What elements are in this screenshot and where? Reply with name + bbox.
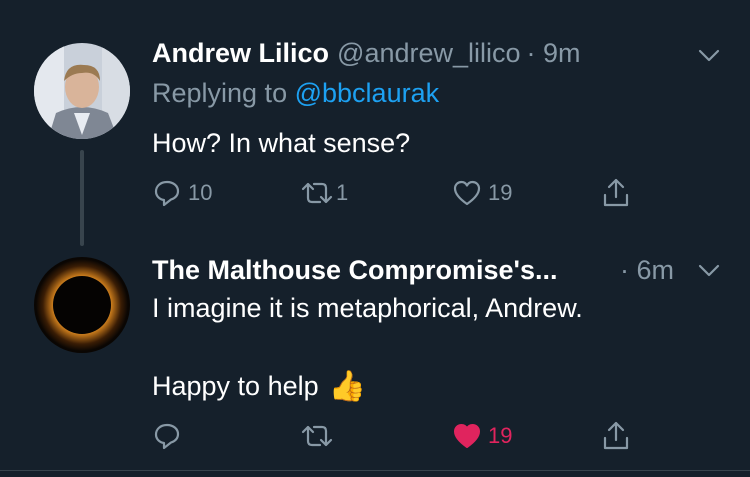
retweet-icon <box>300 421 334 451</box>
reply-button[interactable]: 10 <box>152 175 212 211</box>
tweet-malthouse[interactable]: The Malthouse Compromise's... · 6m I ima… <box>0 245 750 470</box>
thread-line <box>80 150 84 246</box>
reply-count: 10 <box>188 180 213 205</box>
timestamp[interactable]: · 9m <box>527 38 581 69</box>
reply-icon <box>152 178 182 208</box>
share-icon <box>600 420 632 452</box>
like-icon <box>452 178 482 208</box>
like-button[interactable]: 19 <box>452 418 512 454</box>
like-count: 19 <box>488 423 513 448</box>
replying-to-line: Replying to @bbclaurak <box>152 78 439 109</box>
tweet-text: How? In what sense? <box>152 128 411 158</box>
chevron-down-icon[interactable] <box>697 44 721 68</box>
tweet-header: Andrew Lilico @andrew_lilico · 9m <box>152 38 581 74</box>
display-name[interactable]: Andrew Lilico <box>152 38 329 69</box>
tweet-text-line1: I imagine it is metaphorical, Andrew. <box>152 293 583 323</box>
retweet-count: 1 <box>336 180 349 205</box>
reply-icon <box>152 421 182 451</box>
chevron-down-icon[interactable] <box>697 259 721 283</box>
like-count: 19 <box>488 180 513 205</box>
reply-button[interactable] <box>152 418 188 454</box>
tweet-divider <box>0 470 750 471</box>
tweet-text-line2: Happy to help <box>152 371 319 401</box>
mention-link[interactable]: @bbclaurak <box>295 78 439 108</box>
share-button[interactable] <box>600 175 632 211</box>
tweet-andrew-lilico[interactable]: Andrew Lilico @andrew_lilico · 9m Replyi… <box>0 0 750 246</box>
display-name[interactable]: The Malthouse Compromise's... <box>152 255 558 286</box>
timestamp[interactable]: · 6m <box>620 255 674 286</box>
share-icon <box>600 177 632 209</box>
like-icon <box>452 421 482 451</box>
tweet-header: The Malthouse Compromise's... <box>152 255 558 291</box>
avatar-malthouse[interactable] <box>34 257 130 353</box>
tweet-time-wrap: · 6m <box>620 255 674 291</box>
tweet-text-line2-wrap: Happy to help 👍 <box>152 369 366 404</box>
tweet-actions: 10 1 19 <box>152 175 652 211</box>
avatar-andrew-lilico[interactable] <box>34 43 130 139</box>
user-handle[interactable]: @andrew_lilico <box>337 38 521 69</box>
thumbs-up-emoji: 👍 <box>328 370 366 403</box>
share-button[interactable] <box>600 418 632 454</box>
retweet-button[interactable]: 1 <box>300 175 348 211</box>
like-button[interactable]: 19 <box>452 175 512 211</box>
retweet-button[interactable] <box>300 418 340 454</box>
retweet-icon <box>300 178 334 208</box>
replying-prefix: Replying to <box>152 78 288 108</box>
tweet-actions: 19 <box>152 418 652 454</box>
